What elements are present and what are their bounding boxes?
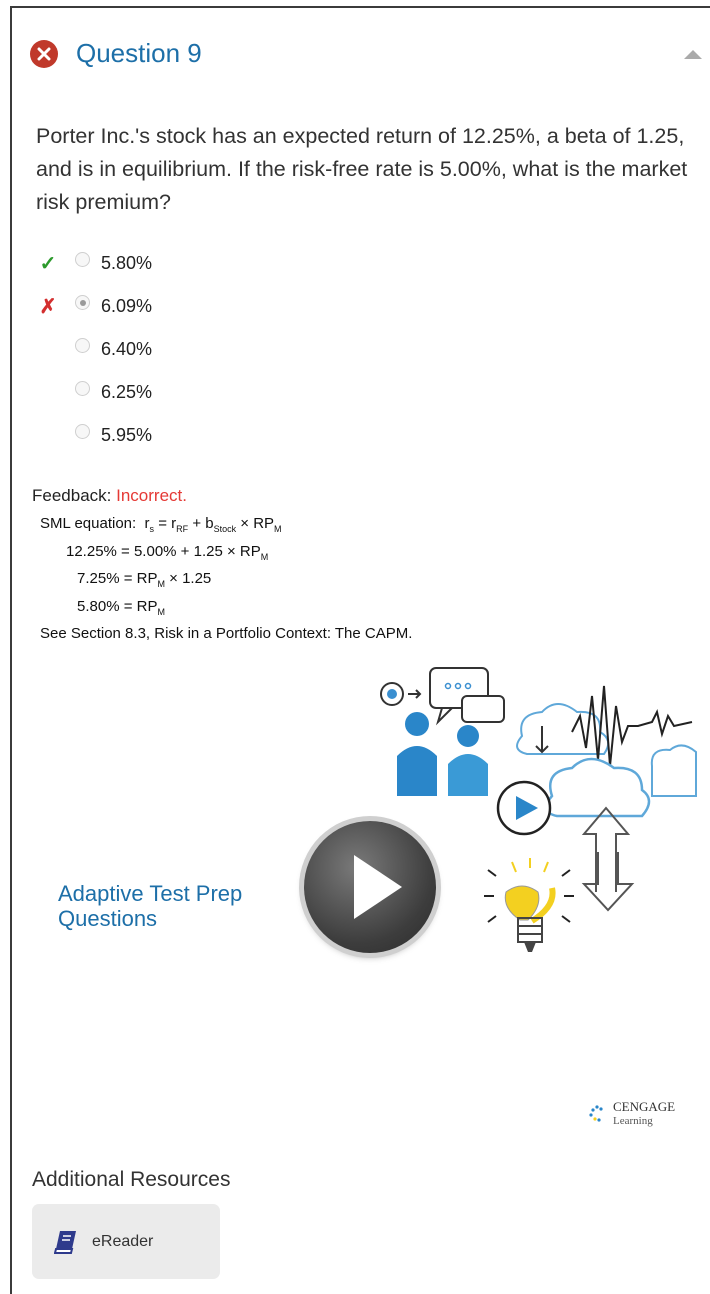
collapse-caret-icon[interactable] xyxy=(684,50,702,59)
cross-icon: ✗ xyxy=(39,296,57,318)
eq-rp-sub: M xyxy=(274,524,282,534)
eq-rf-sub: RF xyxy=(176,524,189,534)
feedback-solution: SML equation: rs = rRF + bStock × RPM 12… xyxy=(40,513,412,646)
question-panel: Question 9 Porter Inc.'s stock has an ex… xyxy=(10,6,710,1294)
question-header[interactable]: Question 9 xyxy=(30,38,202,69)
cengage-logo: CENGAGE Learning xyxy=(587,1100,675,1128)
option-label[interactable]: 5.95% xyxy=(101,425,152,446)
option-label[interactable]: 6.40% xyxy=(101,339,152,360)
feedback-line: Feedback: Incorrect. xyxy=(32,486,187,506)
solution-line-4: 5.80% = RPM xyxy=(40,596,412,624)
additional-resources-heading: Additional Resources xyxy=(32,1168,231,1191)
option-row: 6.40% xyxy=(38,328,152,371)
radio-button[interactable] xyxy=(75,252,90,267)
radio-button[interactable] xyxy=(75,424,90,439)
radio-button[interactable] xyxy=(75,381,90,396)
option-label[interactable]: 5.80% xyxy=(101,253,152,274)
radio-button[interactable] xyxy=(75,295,90,310)
x-circle-icon xyxy=(30,39,58,68)
adaptive-test-prep-banner[interactable]: Adaptive Test Prep Questions xyxy=(12,656,710,1076)
adaptive-test-prep-label[interactable]: Adaptive Test Prep Questions xyxy=(58,881,242,931)
play-button[interactable] xyxy=(304,821,436,953)
solution-line-3: 7.25% = RPM × 1.25 xyxy=(40,568,412,596)
option-label[interactable]: 6.25% xyxy=(101,382,152,403)
see-section: See Section 8.3, Risk in a Portfolio Con… xyxy=(40,625,413,642)
eq-rs-sub: s xyxy=(149,524,155,534)
line3-sub: M xyxy=(157,579,165,589)
sml-equation-line: SML equation: rs = rRF + bStock × RPM xyxy=(40,513,412,541)
cengage-dots-icon xyxy=(589,1105,603,1122)
play-icon xyxy=(354,855,402,919)
check-icon: ✓ xyxy=(39,253,57,275)
option-row: ✓ 5.80% xyxy=(38,242,152,285)
line2-sub: M xyxy=(260,551,269,562)
line3-text: 7.25% = RP xyxy=(77,570,158,587)
eq-rp: × RP xyxy=(240,515,275,532)
option-row: 6.25% xyxy=(38,371,152,414)
ereader-label: eReader xyxy=(92,1232,154,1250)
sml-prefix: SML equation: xyxy=(40,515,137,532)
feedback-label: Feedback: xyxy=(32,486,112,505)
question-title: Question 9 xyxy=(76,38,202,68)
book-icon xyxy=(54,1230,76,1254)
question-text: Porter Inc.'s stock has an expected retu… xyxy=(36,124,688,214)
line3-text-b: × 1.25 xyxy=(169,570,212,587)
eq-b-sub: Stock xyxy=(213,524,237,534)
ereader-button[interactable]: eReader xyxy=(32,1204,220,1279)
solution-line-2: 12.25% = 5.00% + 1.25 × RPM xyxy=(40,541,412,569)
option-row: ✗ 6.09% xyxy=(38,285,152,328)
option-label[interactable]: 6.09% xyxy=(101,296,152,317)
eq-rf: = r xyxy=(158,515,177,532)
option-row: 5.95% xyxy=(38,414,152,457)
promo-line-1: Adaptive Test Prep xyxy=(58,881,243,906)
eq-b: + b xyxy=(192,515,214,532)
promo-line-2: Questions xyxy=(58,906,158,931)
answer-options: ✓ 5.80% ✗ 6.09% 6.40% 6.25% 5.95% xyxy=(38,242,152,457)
line4-sub: M xyxy=(157,606,165,617)
feedback-status: Incorrect. xyxy=(116,486,187,505)
cengage-brand: CENGAGE xyxy=(613,1099,676,1114)
radio-button[interactable] xyxy=(75,338,90,353)
line4-text: 5.80% = RP xyxy=(77,597,158,615)
cengage-sub: Learning xyxy=(613,1115,653,1127)
line2-text: 12.25% = 5.00% + 1.25 × RP xyxy=(66,542,261,560)
